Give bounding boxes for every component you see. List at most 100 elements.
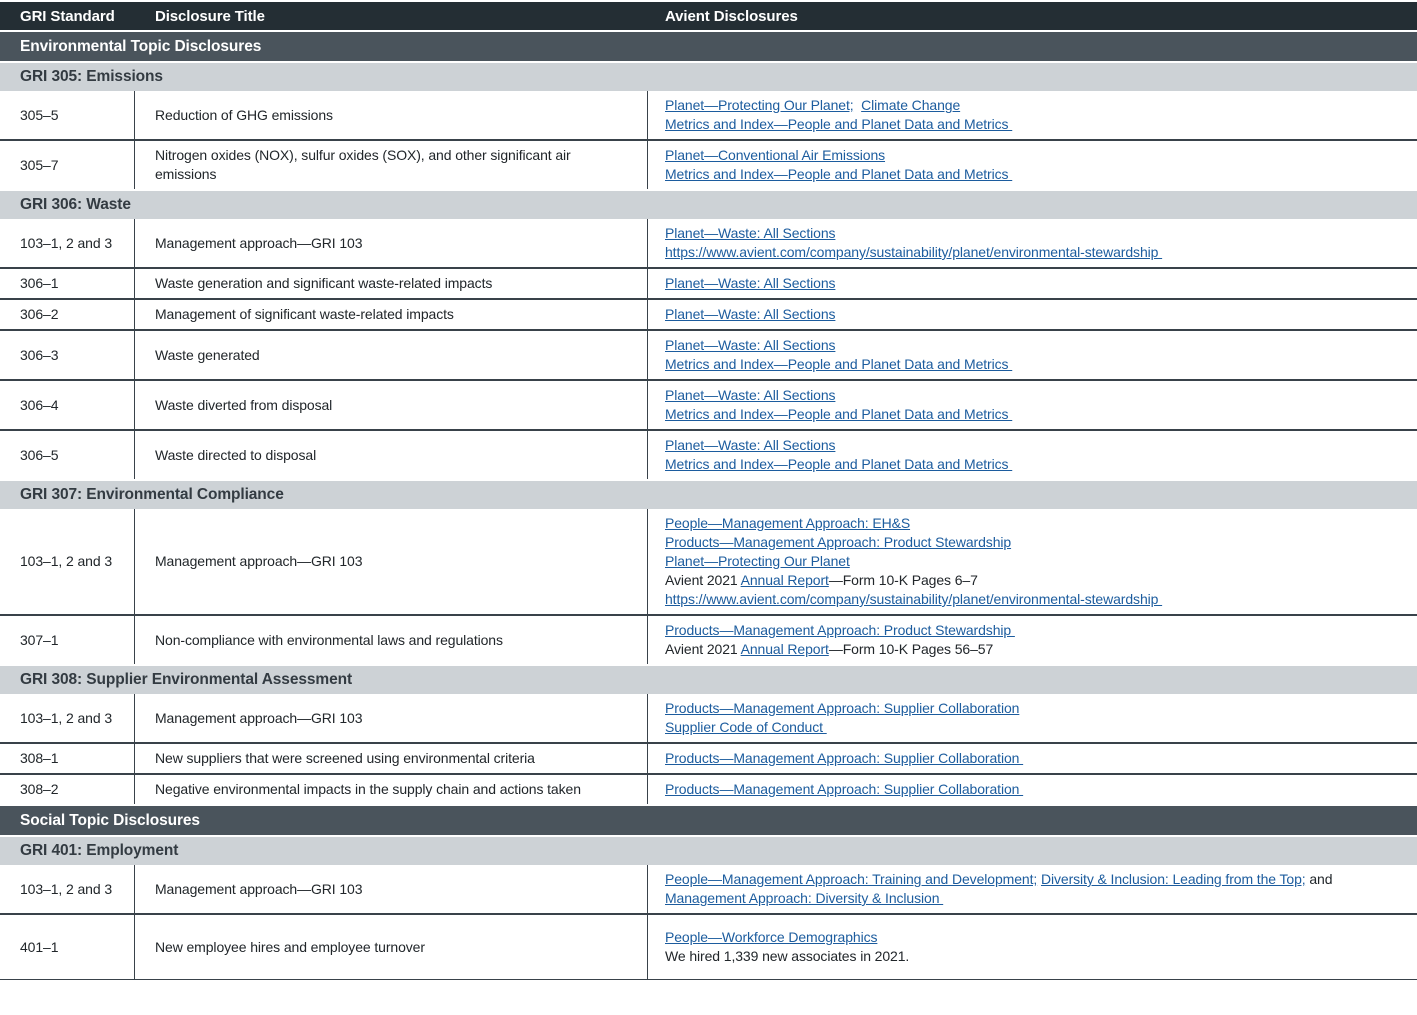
disclosure-line: People—Management Approach: Training and…	[665, 870, 1332, 889]
disclosure-title-cell: Waste generation and significant waste-r…	[135, 269, 648, 298]
disclosure-title-text: New employee hires and employee turnover	[155, 938, 425, 957]
disclosure-title-cell: Reduction of GHG emissions	[135, 91, 648, 139]
disclosure-line: Products—Management Approach: Supplier C…	[665, 780, 1023, 799]
disclosure-link[interactable]: People—Workforce Demographics	[665, 929, 877, 945]
disclosure-link[interactable]: Planet—Waste: All Sections	[665, 275, 835, 291]
topic-section-header: Environmental Topic Disclosures	[0, 32, 1417, 61]
disclosure-link[interactable]: Planet—Conventional Air Emissions	[665, 147, 885, 163]
disclosure-link[interactable]: Products—Management Approach: Product St…	[665, 534, 1011, 550]
disclosure-line: Products—Management Approach: Product St…	[665, 533, 1011, 552]
disclosure-link[interactable]: Annual Report	[741, 572, 829, 588]
disclosure-link[interactable]: Planet—Waste: All Sections	[665, 437, 835, 453]
disclosure-title-cell: Management approach—GRI 103	[135, 509, 648, 614]
gri-standard-cell: 305–7	[0, 141, 135, 189]
row-group: 103–1, 2 and 3Management approach—GRI 10…	[0, 509, 1417, 664]
disclosure-line: Avient 2021 Annual Report—Form 10-K Page…	[665, 571, 978, 590]
gri-standard-cell: 306–2	[0, 300, 135, 329]
disclosure-link[interactable]: People—Management Approach: EH&S	[665, 515, 910, 531]
disclosure-link[interactable]: Planet—Waste: All Sections	[665, 225, 835, 241]
disclosure-line: Planet—Protecting Our Planet; Climate Ch…	[665, 96, 960, 115]
disclosure-line: Planet—Waste: All Sections	[665, 274, 835, 293]
column-header-avient-disclosures: Avient Disclosures	[648, 8, 1417, 25]
disclosure-link[interactable]: People—Management Approach: Training and…	[665, 871, 1037, 887]
disclosure-link[interactable]: Metrics and Index—People and Planet Data…	[665, 356, 1012, 372]
disclosure-line: Planet—Waste: All Sections	[665, 386, 835, 405]
avient-disclosures-cell: People—Management Approach: EH&S Products…	[648, 509, 1417, 614]
avient-disclosures-cell: Planet—Protecting Our Planet; Climate Ch…	[648, 91, 1417, 139]
table-row: 308–2Negative environmental impacts in t…	[0, 773, 1417, 804]
disclosure-line: People—Management Approach: EH&S	[665, 514, 910, 533]
disclosure-plain-text	[854, 97, 862, 113]
topic-section-header: Social Topic Disclosures	[0, 806, 1417, 835]
disclosure-link[interactable]: Management Approach: Diversity & Inclusi…	[665, 890, 943, 906]
disclosure-title-text: Management approach—GRI 103	[155, 709, 362, 728]
disclosure-line: Metrics and Index—People and Planet Data…	[665, 405, 1012, 424]
disclosure-link[interactable]: Planet—Protecting Our Planet;	[665, 97, 854, 113]
disclosure-plain-text: Avient 2021	[665, 572, 741, 588]
disclosure-link[interactable]: Metrics and Index—People and Planet Data…	[665, 406, 1012, 422]
disclosure-link[interactable]: Metrics and Index—People and Planet Data…	[665, 116, 1012, 132]
gri-standard-cell: 306–5	[0, 431, 135, 479]
disclosure-line: https://www.avient.com/company/sustainab…	[665, 243, 1162, 262]
disclosure-link[interactable]: Diversity & Inclusion: Leading from the …	[1041, 871, 1306, 887]
disclosure-link[interactable]: https://www.avient.com/company/sustainab…	[665, 244, 1162, 260]
avient-disclosures-cell: Products—Management Approach: Product St…	[648, 616, 1417, 664]
table-header-row: GRI Standard Disclosure Title Avient Dis…	[0, 2, 1417, 30]
disclosure-line: Metrics and Index—People and Planet Data…	[665, 115, 1012, 134]
table-row: 103–1, 2 and 3Management approach—GRI 10…	[0, 694, 1417, 742]
disclosure-link[interactable]: Planet—Protecting Our Planet	[665, 553, 850, 569]
table-row: 305–7Nitrogen oxides (NOX), sulfur oxide…	[0, 139, 1417, 189]
table-row: 305–5Reduction of GHG emissionsPlanet—Pr…	[0, 91, 1417, 139]
disclosure-title-cell: Waste directed to disposal	[135, 431, 648, 479]
avient-disclosures-cell: Planet—Waste: All Sections Metrics and In…	[648, 381, 1417, 429]
disclosure-line: Planet—Conventional Air Emissions	[665, 146, 885, 165]
disclosure-line: Planet—Waste: All Sections	[665, 224, 835, 243]
disclosure-link[interactable]: Planet—Waste: All Sections	[665, 337, 835, 353]
section-header-label: GRI 305: Emissions	[20, 68, 163, 86]
avient-disclosures-cell: Planet—Waste: All Sections Metrics and In…	[648, 431, 1417, 479]
disclosure-title-cell: Management approach—GRI 103	[135, 865, 648, 913]
disclosure-title-text: Waste diverted from disposal	[155, 396, 332, 415]
disclosure-plain-text: and	[1306, 871, 1333, 887]
disclosure-link[interactable]: Products—Management Approach: Supplier C…	[665, 700, 1019, 716]
disclosure-title-text: Waste directed to disposal	[155, 446, 316, 465]
disclosure-link[interactable]: Products—Management Approach: Supplier C…	[665, 781, 1023, 797]
gri-standard-cell: 401–1	[0, 915, 135, 979]
disclosure-link[interactable]: Planet—Waste: All Sections	[665, 387, 835, 403]
gri-section-header: GRI 305: Emissions	[0, 63, 1417, 91]
table-row: 401–1 New employee hires and employee tur…	[0, 913, 1417, 979]
disclosure-link[interactable]: Planet—Waste: All Sections	[665, 306, 835, 322]
section-header-label: GRI 306: Waste	[20, 196, 131, 214]
disclosure-line: Products—Management Approach: Supplier C…	[665, 699, 1019, 718]
disclosure-title-cell: New suppliers that were screened using e…	[135, 744, 648, 773]
disclosure-title-cell: Negative environmental impacts in the su…	[135, 775, 648, 804]
table-body: Environmental Topic Disclosures GRI 305: …	[0, 32, 1417, 979]
disclosure-plain-text: Avient 2021	[665, 641, 741, 657]
disclosure-line: Planet—Protecting Our Planet	[665, 552, 850, 571]
disclosure-line: Avient 2021 Annual Report—Form 10-K Page…	[665, 640, 993, 659]
gri-standard-cell: 308–2	[0, 775, 135, 804]
section-header-label: Environmental Topic Disclosures	[20, 38, 261, 56]
disclosure-line: We hired 1,339 new associates in 2021.	[665, 947, 909, 966]
gri-standard-cell: 308–1	[0, 744, 135, 773]
gri-standard-cell: 103–1, 2 and 3	[0, 219, 135, 267]
gri-standard-cell: 103–1, 2 and 3	[0, 509, 135, 614]
disclosure-link[interactable]: Supplier Code of Conduct	[665, 719, 827, 735]
disclosure-link[interactable]: https://www.avient.com/company/sustainab…	[665, 591, 1162, 607]
disclosure-link[interactable]: Metrics and Index—People and Planet Data…	[665, 456, 1012, 472]
row-group: 103–1, 2 and 3Management approach—GRI 10…	[0, 219, 1417, 479]
disclosure-title-cell: Management approach—GRI 103	[135, 219, 648, 267]
avient-disclosures-cell: Products—Management Approach: Supplier C…	[648, 744, 1417, 773]
disclosure-link[interactable]: Metrics and Index—People and Planet Data…	[665, 166, 1012, 182]
disclosure-line: Products—Management Approach: Product St…	[665, 621, 1015, 640]
avient-disclosures-cell: Products—Management Approach: Supplier C…	[648, 694, 1417, 742]
table-row: 308–1New suppliers that were screened us…	[0, 742, 1417, 773]
disclosure-link[interactable]: Annual Report	[741, 641, 829, 657]
table-row: 307–1Non-compliance with environmental l…	[0, 614, 1417, 664]
table-row: 103–1, 2 and 3Management approach—GRI 10…	[0, 865, 1417, 913]
disclosure-title-text: Waste generation and significant waste-r…	[155, 274, 492, 293]
disclosure-link[interactable]: Products—Management Approach: Product St…	[665, 622, 1015, 638]
disclosure-link[interactable]: Climate Change	[861, 97, 960, 113]
column-header-disclosure-title: Disclosure Title	[135, 8, 648, 25]
disclosure-link[interactable]: Products—Management Approach: Supplier C…	[665, 750, 1023, 766]
